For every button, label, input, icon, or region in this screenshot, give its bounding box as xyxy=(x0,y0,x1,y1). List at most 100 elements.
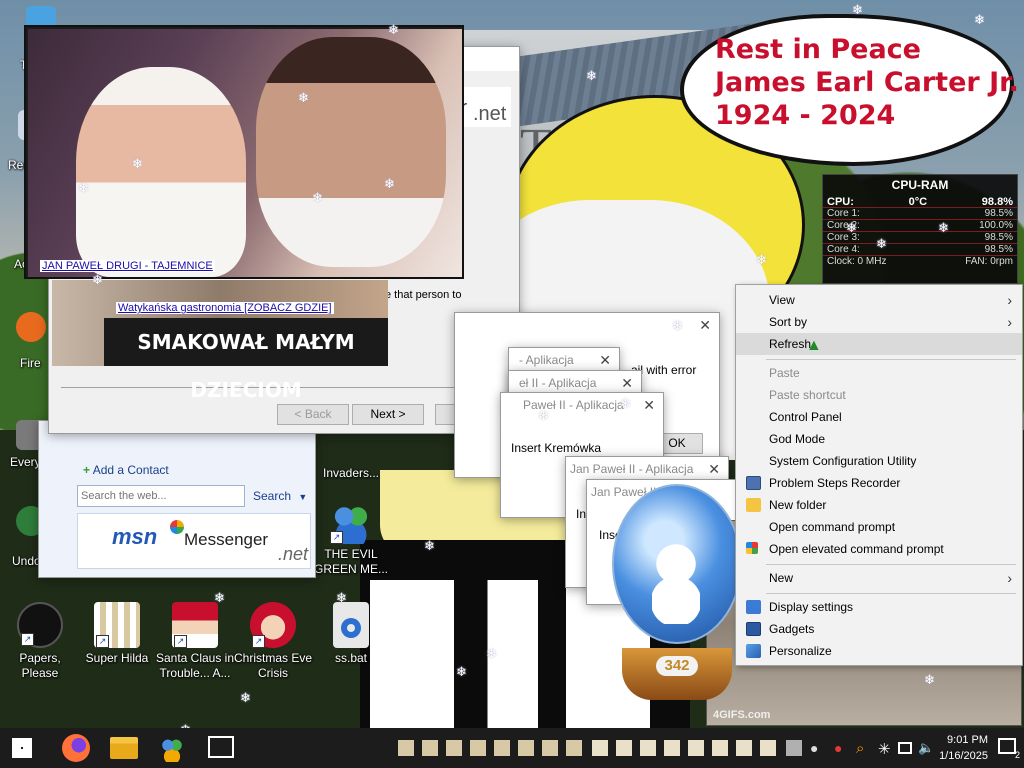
net-logo: r .net xyxy=(461,87,511,127)
tray-candy-icon[interactable]: ● xyxy=(834,740,850,756)
chevron-right-icon: › xyxy=(1007,314,1012,330)
video-popup[interactable]: JAN PAWEŁ DRUGI - TAJEMNICE xyxy=(24,25,464,279)
notification-center-icon[interactable]: 2 xyxy=(998,738,1020,760)
left-icon-4[interactable] xyxy=(16,312,46,342)
menu-item-new[interactable]: New › xyxy=(736,567,1022,589)
steps-recorder-icon xyxy=(746,476,761,490)
desktop-icon-evil-green[interactable]: ↗ THE EVIL GREEN ME... xyxy=(311,498,391,577)
close-icon[interactable]: ✕ xyxy=(708,461,720,478)
shortcut-arrow-icon: ↗ xyxy=(252,635,265,648)
desktop-icon-christmas-eve-crisis[interactable]: ↗ Christmas Eve Crisis xyxy=(233,602,313,681)
close-icon[interactable]: ✕ xyxy=(621,375,633,392)
tray-app-icon[interactable] xyxy=(518,740,534,756)
snowflake-icon: ❄ xyxy=(538,408,549,423)
video-person-right xyxy=(256,37,446,267)
desktop-context-menu[interactable]: View › Sort by › Refresh ▲ Paste Paste s… xyxy=(735,284,1023,666)
desktop-icon-invaders[interactable]: Invaders... xyxy=(311,466,391,484)
chevron-down-icon: ▼ xyxy=(298,492,308,502)
menu-item-sort-by[interactable]: Sort by › xyxy=(736,311,1022,333)
bubble-line-1: Rest in Peace xyxy=(715,34,921,65)
tray-network-icon[interactable] xyxy=(786,740,802,756)
network-icon[interactable] xyxy=(898,742,912,754)
window-icon[interactable] xyxy=(208,736,234,758)
tray-cube-icon[interactable] xyxy=(712,740,728,756)
tray-cube-icon[interactable] xyxy=(664,740,680,756)
taskbar-clock[interactable]: 9:01 PM 1/16/2025 xyxy=(939,732,988,764)
video-caption-link[interactable]: JAN PAWEŁ DRUGI - TAJEMNICE xyxy=(40,260,215,272)
desktop-icon-ss-bat[interactable]: ss.bat xyxy=(311,602,391,666)
snow-globe-gadget[interactable]: 342 xyxy=(612,484,742,704)
menu-item-new-folder[interactable]: New folder xyxy=(736,494,1022,516)
snowflake-icon: ❄ xyxy=(214,590,225,605)
tray-sparkle-icon[interactable]: ✳ xyxy=(878,740,894,758)
tray-cube-icon[interactable] xyxy=(688,740,704,756)
menu-item-open-elevated-command-prompt[interactable]: Open elevated command prompt xyxy=(736,538,1022,560)
christmas-eve-crisis-icon: ↗ xyxy=(250,602,296,648)
menu-item-label: Problem Steps Recorder xyxy=(769,476,901,490)
menu-item-problem-steps-recorder[interactable]: Problem Steps Recorder xyxy=(736,472,1022,494)
snowflake-icon: ❄ xyxy=(78,180,89,195)
menu-item-label: Personalize xyxy=(769,644,832,658)
tray-app-icon[interactable] xyxy=(542,740,558,756)
snowflake-icon: ❄ xyxy=(586,68,597,83)
menu-item-god-mode[interactable]: God Mode xyxy=(736,428,1022,450)
menu-item-paste-shortcut[interactable]: Paste shortcut xyxy=(736,384,1022,406)
taskbar[interactable]: ● ● ⌕ ✳ 🔈 9:01 PM 1/16/2025 2 xyxy=(0,728,1024,768)
add-contact-link[interactable]: + Add a Contact xyxy=(83,463,169,477)
dialog-body: Insert Kremówka xyxy=(511,441,602,455)
banner-popup[interactable]: Watykańska gastronomia [ZOBACZ GDZIE] SM… xyxy=(52,280,388,402)
banner-headline: SMAKOWAŁ MAŁYM DZIECIOM xyxy=(104,318,388,402)
msn-messenger-window[interactable]: + Add a Contact Search ▼ msn Messenger .… xyxy=(38,420,316,578)
search-input[interactable] xyxy=(77,485,245,507)
tray-app-icon[interactable] xyxy=(422,740,438,756)
volume-muted-icon[interactable]: 🔈 xyxy=(918,740,934,756)
core-value: 98.5% xyxy=(984,208,1013,219)
tray-app-icon[interactable] xyxy=(446,740,462,756)
personalize-icon xyxy=(746,644,761,658)
desktop-icon-label: Papers, Please xyxy=(19,651,61,680)
dialog-body: In xyxy=(576,507,587,521)
firefox-icon[interactable] xyxy=(62,734,90,762)
desktop-icon-label: Super Hilda xyxy=(85,651,149,665)
desktop-icon-super-hilda[interactable]: ↗ Super Hilda xyxy=(77,602,157,666)
menu-item-paste[interactable]: Paste xyxy=(736,362,1022,384)
desktop-icon-santa-claus[interactable]: ↗ Santa Claus in Trouble... A... xyxy=(155,602,235,681)
menu-item-display-settings[interactable]: Display settings xyxy=(736,596,1022,618)
close-icon[interactable]: ✕ xyxy=(643,397,655,414)
menu-item-view[interactable]: View › xyxy=(736,289,1022,311)
menu-item-system-configuration[interactable]: System Configuration Utility xyxy=(736,450,1022,472)
close-icon[interactable]: ✕ xyxy=(699,317,711,334)
tray-cube-icon[interactable] xyxy=(616,740,632,756)
search-button[interactable]: Search ▼ xyxy=(253,489,307,503)
tray-cube-icon[interactable] xyxy=(736,740,752,756)
menu-item-label: New folder xyxy=(769,498,827,512)
menu-item-refresh[interactable]: Refresh ▲ xyxy=(736,333,1022,355)
folder-icon xyxy=(746,498,761,512)
santa-claus-icon: ↗ xyxy=(172,602,218,648)
start-icon[interactable] xyxy=(12,738,32,758)
menu-item-gadgets[interactable]: Gadgets xyxy=(736,618,1022,640)
desktop-icon-label: Invaders... xyxy=(322,466,380,480)
tray-cube-icon[interactable] xyxy=(640,740,656,756)
menu-item-open-command-prompt[interactable]: Open command prompt xyxy=(736,516,1022,538)
tray-cube-icon[interactable] xyxy=(760,740,776,756)
msn-icon[interactable] xyxy=(158,734,186,762)
plus-icon: + xyxy=(83,463,91,477)
tray-cube-icon[interactable] xyxy=(592,740,608,756)
tray-drop-icon[interactable]: ● xyxy=(810,740,826,756)
banner-link[interactable]: Watykańska gastronomia [ZOBACZ GDZIE] xyxy=(116,302,334,314)
menu-item-control-panel[interactable]: Control Panel xyxy=(736,406,1022,428)
desktop-icon-papers-please[interactable]: ↗ Papers, Please xyxy=(0,602,80,681)
file-explorer-icon[interactable] xyxy=(110,737,138,759)
menu-item-personalize[interactable]: Personalize xyxy=(736,640,1022,662)
tray-app-icon[interactable] xyxy=(398,740,414,756)
tray-app-icon[interactable] xyxy=(470,740,486,756)
tray-app-icon[interactable] xyxy=(566,740,582,756)
next-button[interactable]: Next > xyxy=(352,404,424,425)
christmas-tree-cursor-icon: ▲ xyxy=(806,337,822,354)
search-icon[interactable]: ⌕ xyxy=(856,740,872,757)
net-logo-text: .net xyxy=(278,544,309,564)
snowflake-icon: ❄ xyxy=(456,664,467,679)
tray-app-icon[interactable] xyxy=(494,740,510,756)
close-icon[interactable]: ✕ xyxy=(599,352,611,369)
